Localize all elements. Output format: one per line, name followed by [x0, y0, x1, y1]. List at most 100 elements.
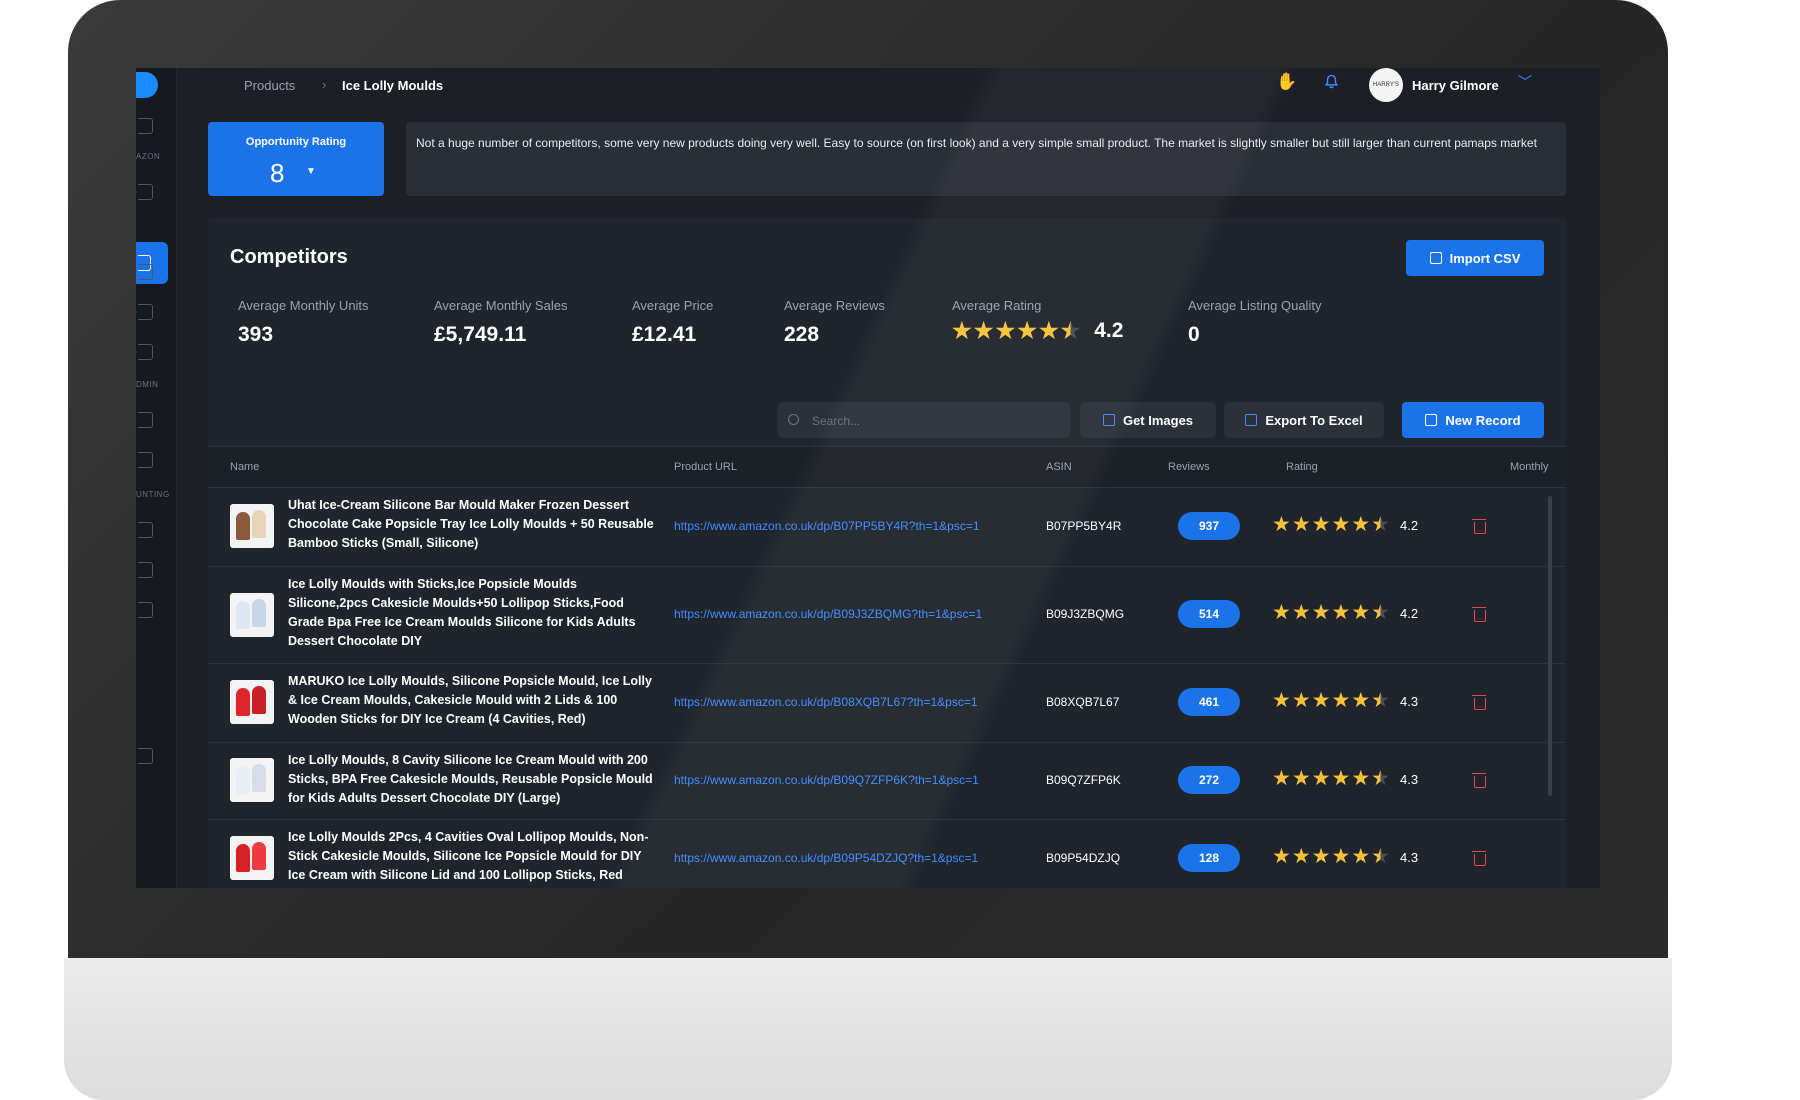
star-icon: ★ [1331, 845, 1351, 868]
trash-icon[interactable] [1472, 773, 1486, 788]
star-icon: ★ [1311, 513, 1331, 536]
sidebar-suppliers-icon[interactable] [138, 264, 153, 280]
sidebar-megaphone-icon[interactable] [138, 344, 153, 360]
product-notes[interactable]: Not a huge number of competitors, some v… [406, 122, 1566, 196]
star-icon: ★ [1331, 767, 1351, 790]
import-csv-label: Import CSV [1449, 250, 1521, 266]
column-header-name[interactable]: Name [230, 461, 259, 473]
search-box[interactable] [778, 402, 1070, 440]
rating-value: 4.3 [1400, 772, 1419, 787]
stat-value: 0 [1188, 323, 1200, 346]
table-row[interactable]: Uhat Ice-Cream Silicone Bar Mould Maker … [208, 488, 1566, 567]
product-url-link[interactable]: https://www.amazon.co.uk/dp/B09Q7ZFP6K?t… [674, 773, 979, 787]
sidebar-mail-icon[interactable] [138, 304, 153, 320]
rating-value: 4.3 [1400, 694, 1419, 709]
reviews-badge: 461 [1178, 688, 1240, 716]
rating-stars: ★ ★ ★ ★ ★ ★ [1272, 514, 1390, 536]
product-name: Ice Lolly Moulds 2Pcs, 4 Cavities Oval L… [288, 830, 649, 882]
wave-icon[interactable]: ✋ [1276, 72, 1297, 92]
chevron-down-icon[interactable]: ﹀ [1518, 72, 1532, 92]
product-name: MARUKO Ice Lolly Moulds, Silicone Popsic… [288, 674, 652, 726]
avatar[interactable]: HARRY'S [1369, 68, 1403, 102]
reviews-badge: 937 [1178, 512, 1240, 540]
bell-icon[interactable] [1324, 74, 1339, 89]
product-url-link[interactable]: https://www.amazon.co.uk/dp/B07PP5BY4R?t… [674, 519, 980, 533]
opportunity-rating-card[interactable]: Opportunity Rating 8 ▼ [208, 122, 384, 196]
column-header-asin[interactable]: ASIN [1046, 461, 1072, 473]
column-header-reviews[interactable]: Reviews [1168, 461, 1210, 473]
half-star-icon: ★ [1371, 767, 1390, 790]
rating-value: 4.2 [1400, 606, 1419, 621]
star-icon: ★ [1351, 767, 1371, 790]
plus-icon [1425, 414, 1438, 426]
product-url-link[interactable]: https://www.amazon.co.uk/dp/B08XQB7L67?t… [674, 695, 978, 709]
product-name: Ice Lolly Moulds, 8 Cavity Silicone Ice … [288, 753, 653, 805]
new-record-button[interactable]: New Record [1402, 402, 1544, 438]
sidebar-bank-icon[interactable] [138, 522, 153, 538]
star-icon: ★ [1311, 845, 1331, 868]
reviews-badge: 514 [1178, 600, 1240, 628]
table-row[interactable]: Ice Lolly Moulds with Sticks,Ice Popsicl… [208, 567, 1566, 664]
product-thumbnail [230, 504, 274, 548]
star-icon: ★ [1311, 601, 1331, 624]
product-thumbnail [230, 836, 274, 880]
sidebar-folder-icon[interactable] [138, 602, 153, 618]
product-url-link[interactable]: https://www.amazon.co.uk/dp/B09J3ZBQMG?t… [674, 607, 982, 621]
sidebar-chart-icon[interactable] [138, 184, 153, 200]
table-scrollbar[interactable] [1548, 496, 1552, 796]
star-icon: ★ [1311, 689, 1331, 712]
competitors-card: Competitors Import CSV Average Monthly U… [208, 218, 1566, 888]
trash-icon[interactable] [1472, 695, 1486, 710]
export-excel-button[interactable]: Export To Excel [1224, 402, 1384, 438]
column-header-url[interactable]: Product URL [674, 461, 737, 473]
rating-stars: ★ ★ ★ ★ ★ ★ [952, 320, 1080, 342]
star-icon: ★ [952, 318, 972, 344]
app-logo[interactable] [136, 72, 158, 98]
stat-value: 4.2 [1094, 319, 1124, 343]
trash-icon[interactable] [1472, 851, 1486, 866]
rating-stars: ★ ★ ★ ★ ★ ★ [1272, 602, 1390, 624]
product-url-link[interactable]: https://www.amazon.co.uk/dp/B09P54DZJQ?t… [674, 851, 978, 865]
logout-icon[interactable] [138, 748, 153, 764]
table-row[interactable]: Ice Lolly Moulds, 8 Cavity Silicone Ice … [208, 743, 1566, 820]
stat-monthly-units: Average Monthly Units 393 [238, 298, 369, 347]
top-bar: Products › Ice Lolly Moulds ✋ HARRY'S Ha… [176, 68, 1600, 114]
monitor-chin [64, 958, 1672, 1100]
table-row[interactable]: MARUKO Ice Lolly Moulds, Silicone Popsic… [208, 664, 1566, 743]
column-header-monthly[interactable]: Monthly [1510, 461, 1549, 473]
breadcrumb-current: Ice Lolly Moulds [342, 78, 444, 93]
search-input[interactable] [810, 402, 1064, 440]
get-images-label: Get Images [1122, 412, 1194, 428]
export-excel-label: Export To Excel [1265, 412, 1363, 428]
sidebar-section-label: UNTING [136, 490, 170, 499]
file-icon [1429, 252, 1442, 264]
star-icon: ★ [1331, 513, 1351, 536]
import-csv-button[interactable]: Import CSV [1406, 240, 1544, 276]
stat-average-reviews: Average Reviews 228 [784, 298, 885, 347]
caret-down-icon[interactable]: ▼ [306, 166, 316, 177]
star-icon: ★ [1272, 767, 1291, 790]
half-star-icon: ★ [1371, 845, 1390, 868]
rating-stars: ★ ★ ★ ★ ★ ★ [1272, 690, 1390, 712]
star-icon: ★ [1351, 689, 1371, 712]
star-icon: ★ [1291, 845, 1311, 868]
user-name[interactable]: Harry Gilmore [1412, 78, 1499, 93]
table-row[interactable]: Ice Lolly Moulds 2Pcs, 4 Cavities Oval L… [208, 820, 1566, 888]
trash-icon[interactable] [1472, 519, 1486, 534]
table-header: Name Product URL ASIN Reviews Rating Mon… [208, 446, 1566, 488]
get-images-button[interactable]: Get Images [1080, 402, 1216, 438]
sidebar-graph-icon[interactable] [138, 562, 153, 578]
sidebar-invoice-icon[interactable] [138, 452, 153, 468]
product-thumbnail [230, 593, 274, 637]
stat-monthly-sales: Average Monthly Sales £5,749.11 [434, 298, 567, 347]
column-header-rating[interactable]: Rating [1286, 461, 1318, 473]
sidebar-shipping-icon[interactable] [138, 412, 153, 428]
star-icon: ★ [1017, 318, 1037, 344]
breadcrumb-products[interactable]: Products [244, 78, 295, 93]
star-icon: ★ [1331, 601, 1351, 624]
star-icon: ★ [1291, 601, 1311, 624]
trash-icon[interactable] [1472, 607, 1486, 622]
star-icon: ★ [1291, 767, 1311, 790]
sidebar-dashboard-icon[interactable] [138, 118, 153, 134]
star-icon: ★ [973, 318, 994, 344]
